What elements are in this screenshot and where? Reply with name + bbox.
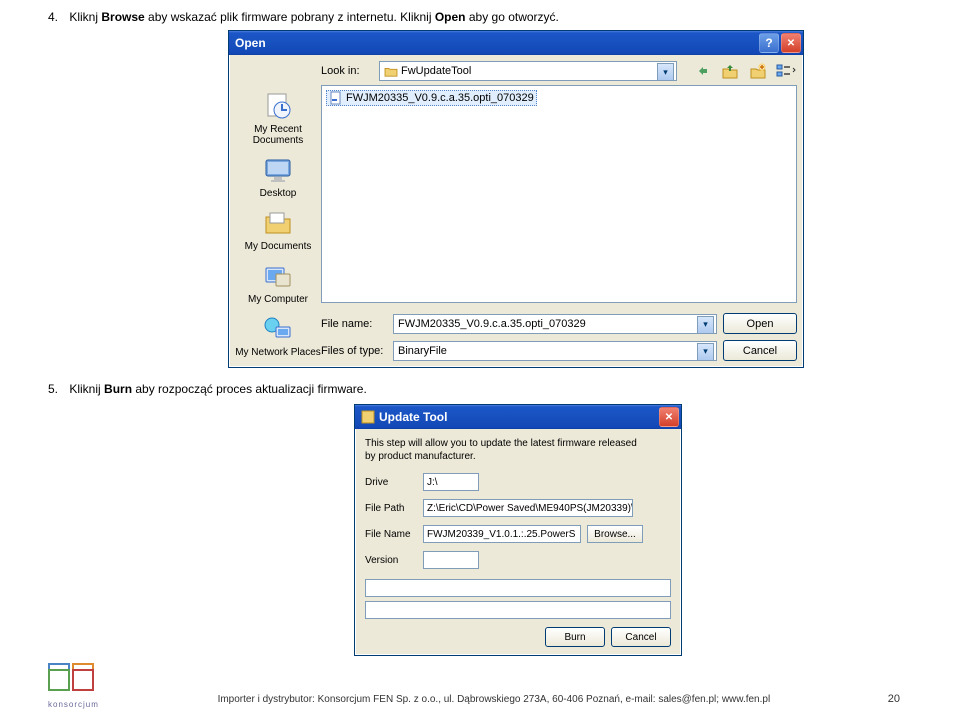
step4-number: 4. [48,10,66,24]
page-number: 20 [888,693,900,709]
help-button[interactable] [759,33,779,53]
filetype-combo[interactable]: BinaryFile [393,341,717,361]
place-recent-documents[interactable]: My Recent Documents [235,87,321,149]
nav-back-icon[interactable] [691,61,713,81]
cancel-button[interactable]: Cancel [611,627,671,647]
file-item[interactable]: FWJM20335_V0.9.c.a.35.opti_070329 [326,90,537,106]
close-button[interactable] [781,33,801,53]
nav-up-icon[interactable] [719,61,741,81]
drive-field[interactable]: J:\ [423,473,479,491]
browse-button[interactable]: Browse... [587,525,643,543]
instruction-step-4: 4. Kliknj Browse aby wskazać plik firmwa… [48,10,900,24]
network-places-icon [262,313,294,345]
fen-logo: konsorcjum [48,663,94,709]
lookin-combo[interactable]: FwUpdateTool [379,61,677,81]
open-dialog-title: Open [235,36,266,50]
lookin-label: Look in: [321,65,373,77]
step5-number: 5. [48,382,66,396]
desktop-icon [262,154,294,186]
update-tool-titlebar: Update Tool [355,405,681,429]
cancel-button[interactable]: Cancel [723,340,797,361]
file-icon [329,91,343,105]
footer-text: Importer i dystrybutor: Konsorcjum FEN S… [100,694,888,709]
my-documents-icon [262,207,294,239]
folder-icon [384,65,398,77]
progress-bar-2 [365,601,671,619]
filepath-label: File Path [365,503,417,514]
filepath-field[interactable]: Z:\Eric\CD\Power Saved\ME940PS(JM20339)\… [423,499,633,517]
update-tool-title: Update Tool [379,410,447,424]
file-list[interactable]: FWJM20335_V0.9.c.a.35.opti_070329 [321,85,797,303]
filename-field[interactable]: FWJM20339_V1.0.1.:.25.PowerS [423,525,581,543]
open-dialog: Open My Recent Documents Desktop [228,30,804,368]
drive-label: Drive [365,477,417,488]
open-dialog-titlebar: Open [229,31,803,55]
filetype-label: Files of type: [321,345,387,357]
version-field[interactable] [423,551,479,569]
places-bar: My Recent Documents Desktop My Documents… [235,61,321,361]
place-my-computer[interactable]: My Computer [235,257,321,308]
instruction-step-5: 5. Kliknij Burn aby rozpocząć proces akt… [48,382,900,396]
place-my-documents[interactable]: My Documents [235,204,321,255]
nav-view-icon[interactable] [775,61,797,81]
update-tool-dialog: Update Tool This step will allow you to … [354,404,682,656]
filename-label: File Name [365,529,417,540]
place-network-places[interactable]: My Network Places [235,310,321,361]
recent-documents-icon [262,90,294,122]
place-desktop[interactable]: Desktop [235,151,321,202]
nav-new-folder-icon[interactable] [747,61,769,81]
burn-button[interactable]: Burn [545,627,605,647]
app-icon [361,410,375,424]
close-button[interactable] [659,407,679,427]
filename-label: File name: [321,318,387,330]
progress-bar-1 [365,579,671,597]
update-tool-description: This step will allow you to update the l… [365,437,671,463]
open-button[interactable]: Open [723,313,797,334]
version-label: Version [365,555,417,566]
page-footer: konsorcjum Importer i dystrybutor: Konso… [0,663,960,709]
filename-combo[interactable]: FWJM20335_V0.9.c.a.35.opti_070329 [393,314,717,334]
my-computer-icon [262,260,294,292]
